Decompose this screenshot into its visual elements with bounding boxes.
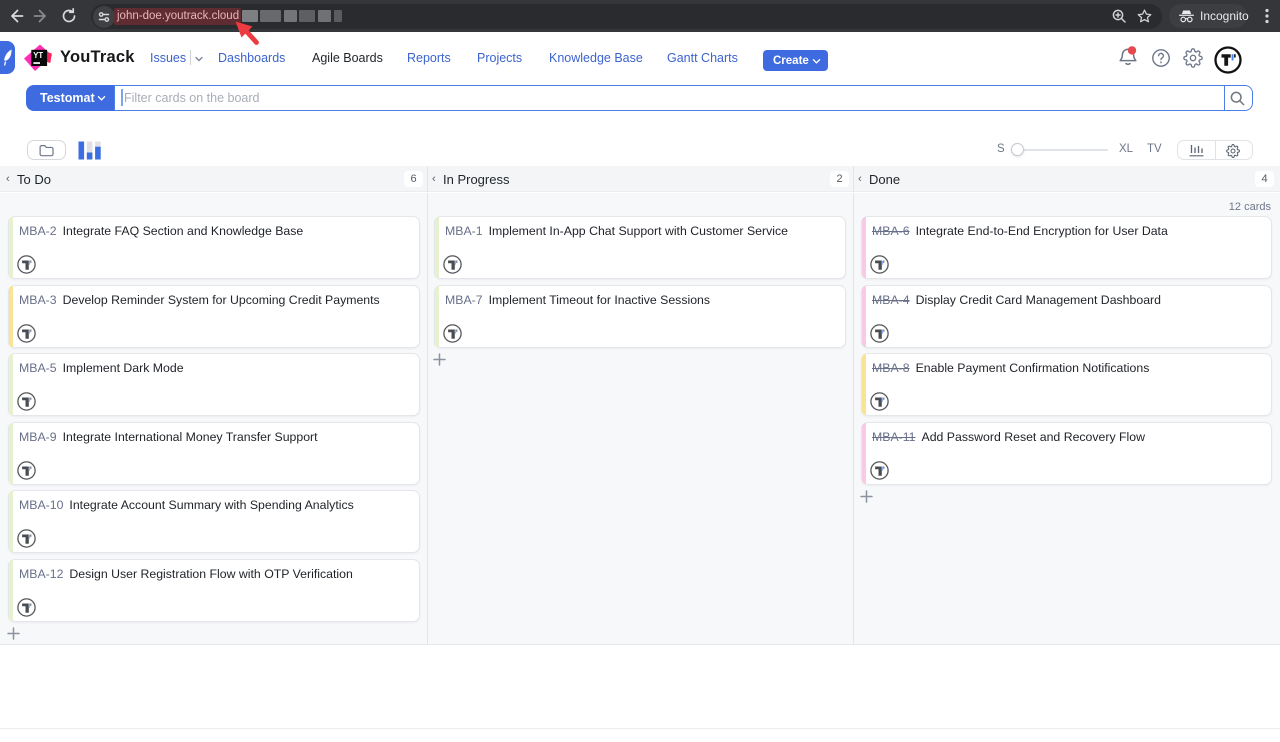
- svg-text:YT: YT: [33, 51, 43, 60]
